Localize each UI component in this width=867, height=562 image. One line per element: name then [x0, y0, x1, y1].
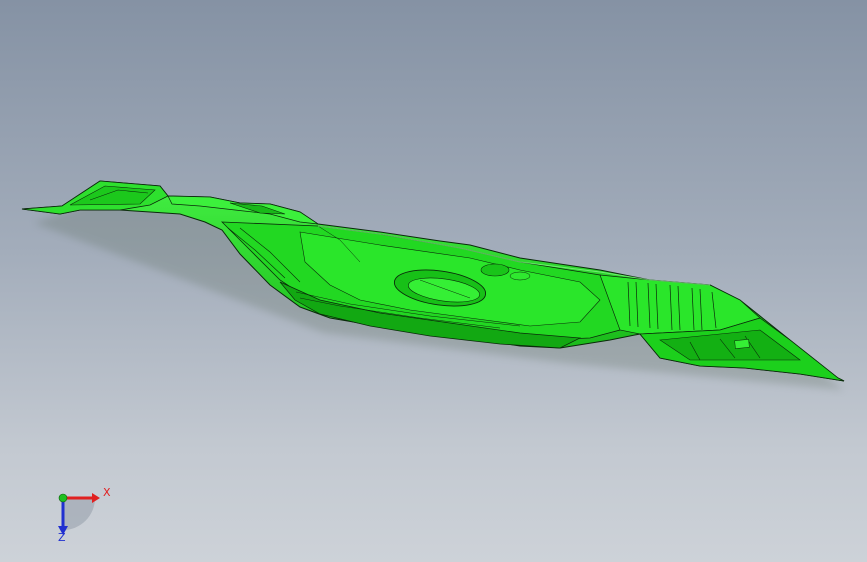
z-axis-label: Z — [58, 531, 66, 544]
y-axis-dot — [58, 493, 68, 503]
triad-axes — [58, 493, 100, 535]
x-axis-label: X — [103, 486, 111, 499]
green-part-model[interactable] — [0, 0, 867, 562]
coordinate-triad: X Z — [40, 478, 130, 548]
graphics-viewport[interactable]: X Z — [0, 0, 867, 562]
